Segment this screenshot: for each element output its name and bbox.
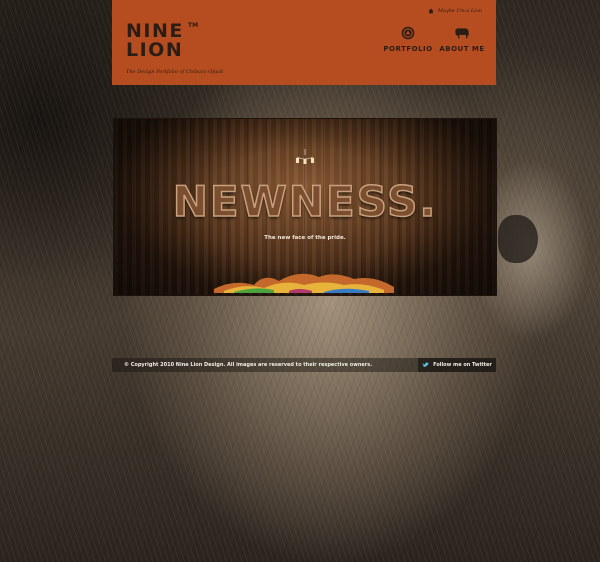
- follow-twitter-label: Follow me on Twitter: [433, 362, 492, 368]
- hero-banner[interactable]: NEWNESS. The new face of the pride.: [113, 118, 497, 296]
- site-logo[interactable]: NINE LION TM: [126, 22, 198, 61]
- nav-about-me-label: ABOUT ME: [439, 45, 485, 53]
- copyright-text: © Copyright 2010 Nine Lion Design. All i…: [124, 362, 373, 368]
- banner-headline: NEWNESS.: [172, 176, 438, 227]
- twitter-link[interactable]: Maybe I'm a Lion: [428, 8, 482, 14]
- twitter-link-label: Maybe I'm a Lion: [437, 8, 482, 14]
- follow-twitter-button[interactable]: Follow me on Twitter: [418, 358, 496, 372]
- chandelier-icon: [296, 149, 314, 164]
- logo-line-2: LION: [126, 39, 184, 61]
- site-tagline: The Design Portfolio of Chibuzo Ojiadi: [126, 69, 224, 75]
- nav-about-me[interactable]: ABOUT ME: [432, 26, 492, 53]
- twitter-bird-icon: [422, 362, 429, 367]
- portfolio-badge-icon: [401, 26, 415, 40]
- lion-icon: [455, 28, 469, 39]
- site-header: NINE LION TM The Design Portfolio of Chi…: [112, 0, 496, 85]
- lion-nose: [498, 215, 538, 263]
- nav-portfolio-label: PORTFOLIO: [383, 45, 433, 53]
- logo-trademark: TM: [188, 22, 199, 29]
- home-icon: [428, 8, 434, 14]
- banner-subhead: The new face of the pride.: [264, 235, 346, 241]
- colorful-landscape-graphic: [214, 273, 394, 293]
- site-footer: © Copyright 2010 Nine Lion Design. All i…: [112, 358, 496, 372]
- nav-portfolio[interactable]: PORTFOLIO: [378, 26, 438, 53]
